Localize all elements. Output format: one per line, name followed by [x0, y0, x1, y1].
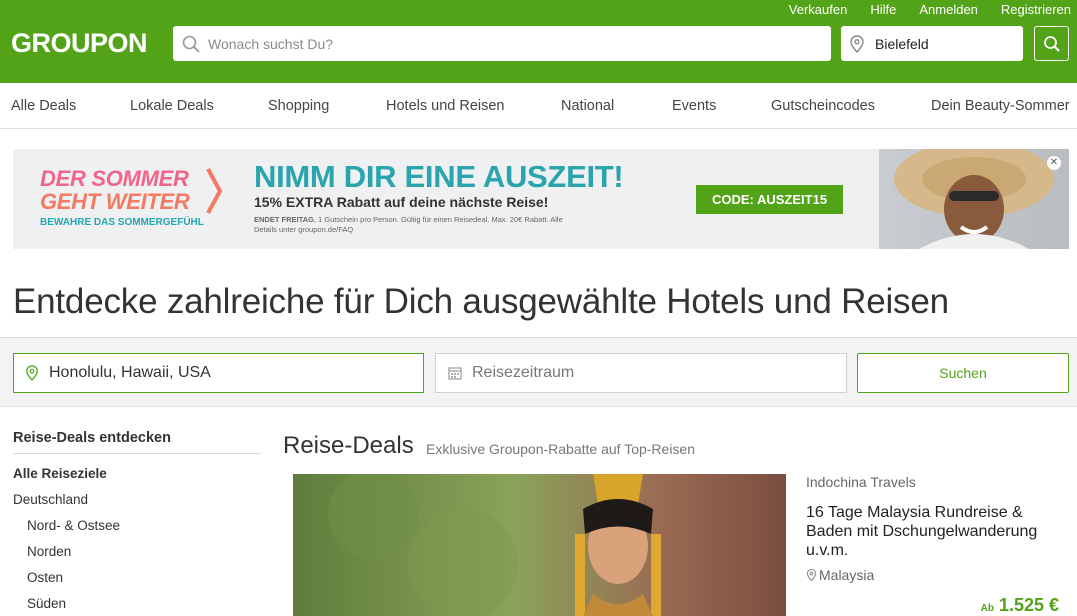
sidebar-title: Reise-Deals entdecken [13, 430, 171, 446]
sidebar-item-deutschland[interactable]: Deutschland [13, 492, 88, 507]
travel-search-band: Honolulu, Hawaii, USA Reisezeitraum Such… [0, 337, 1077, 407]
link-registrieren[interactable]: Registrieren [1001, 2, 1071, 18]
category-nav: Alle Deals Lokale Deals Shopping Hotels … [0, 83, 1077, 129]
link-verkaufen[interactable]: Verkaufen [789, 2, 848, 18]
woman-with-hat-image [894, 149, 1054, 249]
sidebar-item-norden[interactable]: Norden [27, 544, 71, 559]
deals-section-subtitle: Exklusive Groupon-Rabatte auf Top-Reisen [426, 441, 696, 457]
search-button[interactable] [1034, 26, 1069, 61]
banner-line1: DER SOMMER [40, 166, 189, 191]
deals-section-title: Reise-Deals [283, 432, 414, 459]
nav-lokale-deals[interactable]: Lokale Deals [130, 98, 214, 114]
banner-line2: GEHT WEITER [40, 189, 190, 214]
suchen-button[interactable]: Suchen [857, 353, 1069, 393]
groupon-logo[interactable]: GROUPON [11, 28, 148, 59]
close-icon[interactable]: ✕ [1047, 156, 1061, 170]
deal-price: Ab 1.525 € [981, 595, 1059, 616]
deal-provider: Indochina Travels [806, 474, 916, 490]
chevron-right-icon [206, 168, 223, 214]
deal-title[interactable]: 16 Tage Malaysia Rundreise & Baden mit D… [806, 503, 1066, 560]
nav-alle-deals[interactable]: Alle Deals [11, 98, 76, 114]
location-pin-icon [26, 365, 38, 381]
deal-image[interactable] [293, 474, 786, 616]
nav-gutscheincodes[interactable]: Gutscheincodes [771, 98, 875, 114]
header: Verkaufen Hilfe Anmelden Registrieren GR… [0, 0, 1077, 83]
location-pin-icon [850, 34, 864, 53]
date-range-placeholder: Reisezeitraum [472, 364, 575, 381]
search-box [173, 26, 831, 61]
banner-sub: BEWAHRE DAS SOMMERGEFÜHL [40, 217, 204, 228]
deal-location-value: Malaysia [819, 567, 875, 583]
search-icon [1043, 35, 1060, 52]
price-value: 1.525 € [998, 595, 1059, 615]
sidebar-item-nord-ostsee[interactable]: Nord- & Ostsee [27, 518, 120, 533]
banner-photo: ✕ [879, 149, 1069, 249]
destination-field[interactable]: Honolulu, Hawaii, USA [13, 353, 424, 393]
destination-value: Honolulu, Hawaii, USA [49, 364, 211, 381]
nav-national[interactable]: National [561, 98, 614, 114]
link-hilfe[interactable]: Hilfe [870, 2, 896, 18]
banner-headline: NIMM DIR EINE AUSZEIT! [254, 159, 624, 194]
nav-shopping[interactable]: Shopping [268, 98, 329, 114]
location-value: Bielefeld [875, 35, 929, 52]
search-icon [182, 35, 200, 53]
top-links: Verkaufen Hilfe Anmelden Registrieren [766, 2, 1071, 18]
promo-code-badge: CODE: AUSZEIT15 [696, 185, 843, 214]
sidebar-item-sueden[interactable]: Süden [27, 596, 66, 611]
search-input[interactable] [208, 35, 808, 52]
banner-fine-bold: ENDET FREITAG. [254, 215, 316, 224]
sidebar-item-osten[interactable]: Osten [27, 570, 63, 585]
thai-dancer-image [293, 474, 786, 616]
nav-hotels-und-reisen[interactable]: Hotels und Reisen [386, 98, 505, 114]
banner-offer: 15% EXTRA Rabatt auf deine nächste Reise… [254, 194, 549, 210]
page-title: Entdecke zahlreiche für Dich ausgewählte… [13, 282, 949, 321]
banner-slogan: DER SOMMER GEHT WEITER [40, 166, 190, 214]
promo-banner[interactable]: DER SOMMER GEHT WEITER BEWAHRE DAS SOMME… [13, 149, 1069, 249]
link-anmelden[interactable]: Anmelden [919, 2, 978, 18]
nav-beauty-sommer[interactable]: Dein Beauty-Sommer [931, 98, 1070, 114]
price-prefix: Ab [980, 603, 994, 614]
date-range-field[interactable]: Reisezeitraum [435, 353, 847, 393]
banner-fineprint: ENDET FREITAG. 1 Gutschein pro Person. G… [254, 215, 574, 235]
deal-location: Malaysia [806, 567, 874, 583]
calendar-icon [448, 367, 462, 380]
location-pin-icon [806, 568, 817, 582]
nav-events[interactable]: Events [672, 98, 716, 114]
sidebar-divider [13, 453, 260, 454]
location-field[interactable]: Bielefeld [841, 26, 1023, 61]
sidebar-item-alle-reiseziele[interactable]: Alle Reiseziele [13, 466, 107, 481]
